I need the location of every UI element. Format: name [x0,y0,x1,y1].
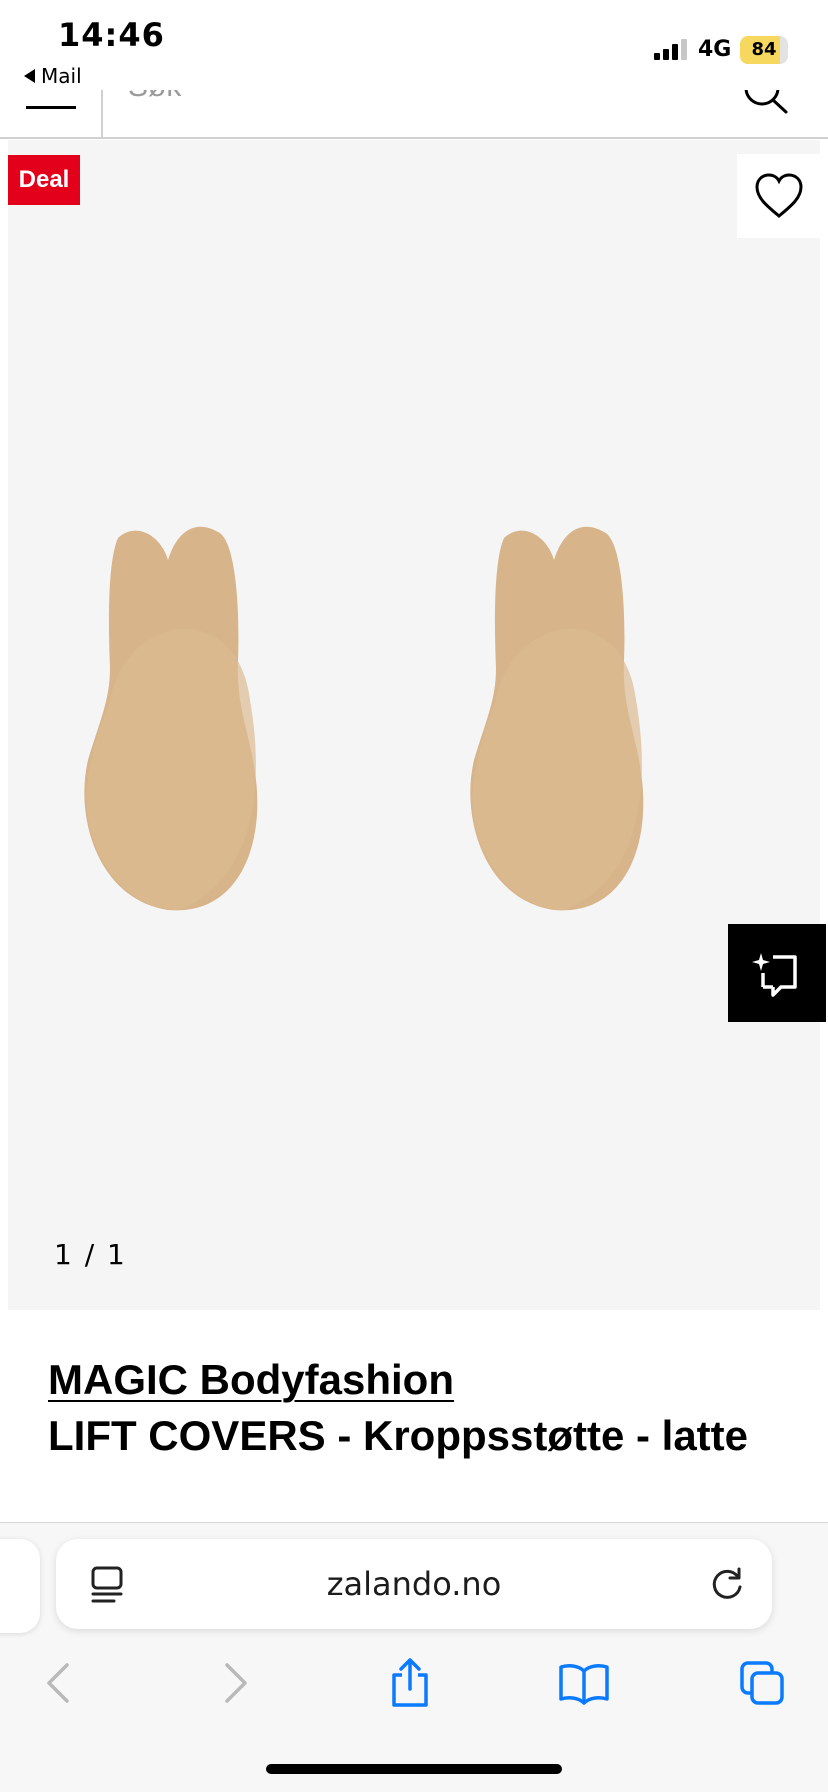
battery-icon: 84 [740,36,788,64]
back-icon[interactable] [28,1653,88,1713]
product-info: MAGIC Bodyfashion LIFT COVERS - Kroppsst… [48,1352,788,1462]
reload-icon[interactable] [708,1565,746,1608]
forward-icon[interactable] [206,1653,266,1713]
signal-icon [654,38,687,60]
status-time: 14:46 [58,16,165,54]
network-type: 4G [698,37,732,62]
brand-link[interactable]: MAGIC Bodyfashion [48,1352,454,1408]
browser-toolbar [0,1653,828,1713]
share-icon[interactable] [380,1653,440,1713]
wishlist-button[interactable] [737,154,821,238]
battery-level: 84 [751,39,777,60]
tabs-icon[interactable] [732,1653,792,1713]
menu-icon[interactable] [26,106,76,109]
url-text: zalando.no [326,1565,502,1603]
home-indicator[interactable] [266,1764,562,1774]
site-header: Søk [0,70,828,139]
back-to-mail-label: Mail [41,64,82,88]
back-triangle-icon [24,69,35,83]
product-photo [84,526,644,911]
address-bar[interactable]: zalando.no [56,1539,772,1629]
previous-tab-peek[interactable] [0,1539,40,1633]
reader-icon[interactable] [90,1566,124,1609]
back-to-mail-link[interactable]: Mail [24,64,82,88]
deal-badge: Deal [8,155,80,205]
product-name: LIFT COVERS - Kroppsstøtte - latte [48,1412,749,1459]
product-image-gallery[interactable]: Deal 1 / 1 [8,140,826,1310]
header-divider [101,90,103,138]
status-bar: 14:46 Mail 4G 84 [0,0,828,90]
heart-icon [755,173,803,218]
find-similar-button[interactable] [728,924,826,1022]
bookmarks-icon[interactable] [554,1653,614,1713]
search-icon[interactable] [742,90,790,120]
image-counter: 1 / 1 [54,1238,127,1271]
find-similar-icon [752,953,797,997]
browser-bottom-bar: zalando.no [0,1522,828,1792]
